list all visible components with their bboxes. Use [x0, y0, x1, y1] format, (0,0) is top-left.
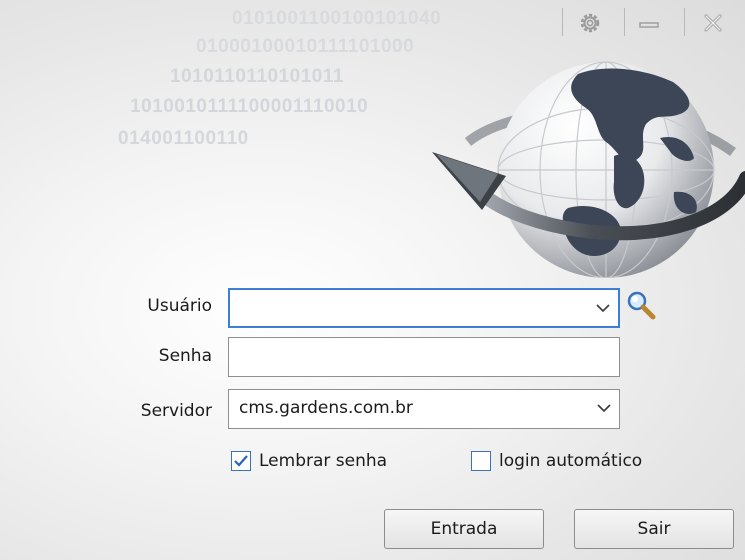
usuario-combobox[interactable]	[228, 288, 620, 328]
chevron-down-icon[interactable]	[596, 303, 610, 313]
settings-button[interactable]	[573, 8, 607, 38]
binary-text-line: 0101001100100101040	[232, 8, 442, 29]
checkmark-icon	[234, 455, 248, 467]
binary-text-line: 014001100110	[118, 128, 249, 149]
login-automatico-label[interactable]: login automático	[499, 451, 642, 471]
close-icon	[704, 14, 722, 32]
usuario-label: Usuário	[147, 296, 212, 316]
gear-icon	[580, 13, 600, 33]
servidor-value: cms.gardens.com.br	[239, 398, 413, 418]
globe-logo	[432, 61, 745, 278]
senha-field[interactable]	[228, 337, 620, 377]
entrada-button[interactable]: Entrada	[384, 509, 544, 549]
chevron-down-icon[interactable]	[597, 403, 611, 413]
servidor-label: Servidor	[140, 401, 212, 421]
minimize-icon	[639, 22, 659, 28]
servidor-combobox[interactable]: cms.gardens.com.br	[228, 389, 620, 429]
senha-input[interactable]	[229, 338, 619, 376]
binary-text-line: 1010010111100001110010	[130, 96, 369, 117]
minimize-button[interactable]	[632, 8, 666, 38]
lembrar-senha-checkbox[interactable]	[231, 451, 251, 471]
senha-label: Senha	[158, 346, 212, 366]
titlebar-separator	[684, 8, 685, 36]
binary-text-line: 01000100010111101000	[196, 36, 415, 57]
login-automatico-checkbox[interactable]	[471, 451, 491, 471]
titlebar-separator	[624, 8, 625, 36]
sair-button[interactable]: Sair	[574, 509, 734, 549]
lembrar-senha-label[interactable]: Lembrar senha	[259, 451, 387, 471]
binary-text-line: 1010110110101011	[170, 66, 344, 87]
titlebar-separator	[562, 8, 563, 36]
login-window: 0101001100100101040 01000100010111101000…	[0, 0, 745, 560]
search-icon[interactable]	[624, 288, 658, 322]
close-button[interactable]	[696, 8, 730, 38]
